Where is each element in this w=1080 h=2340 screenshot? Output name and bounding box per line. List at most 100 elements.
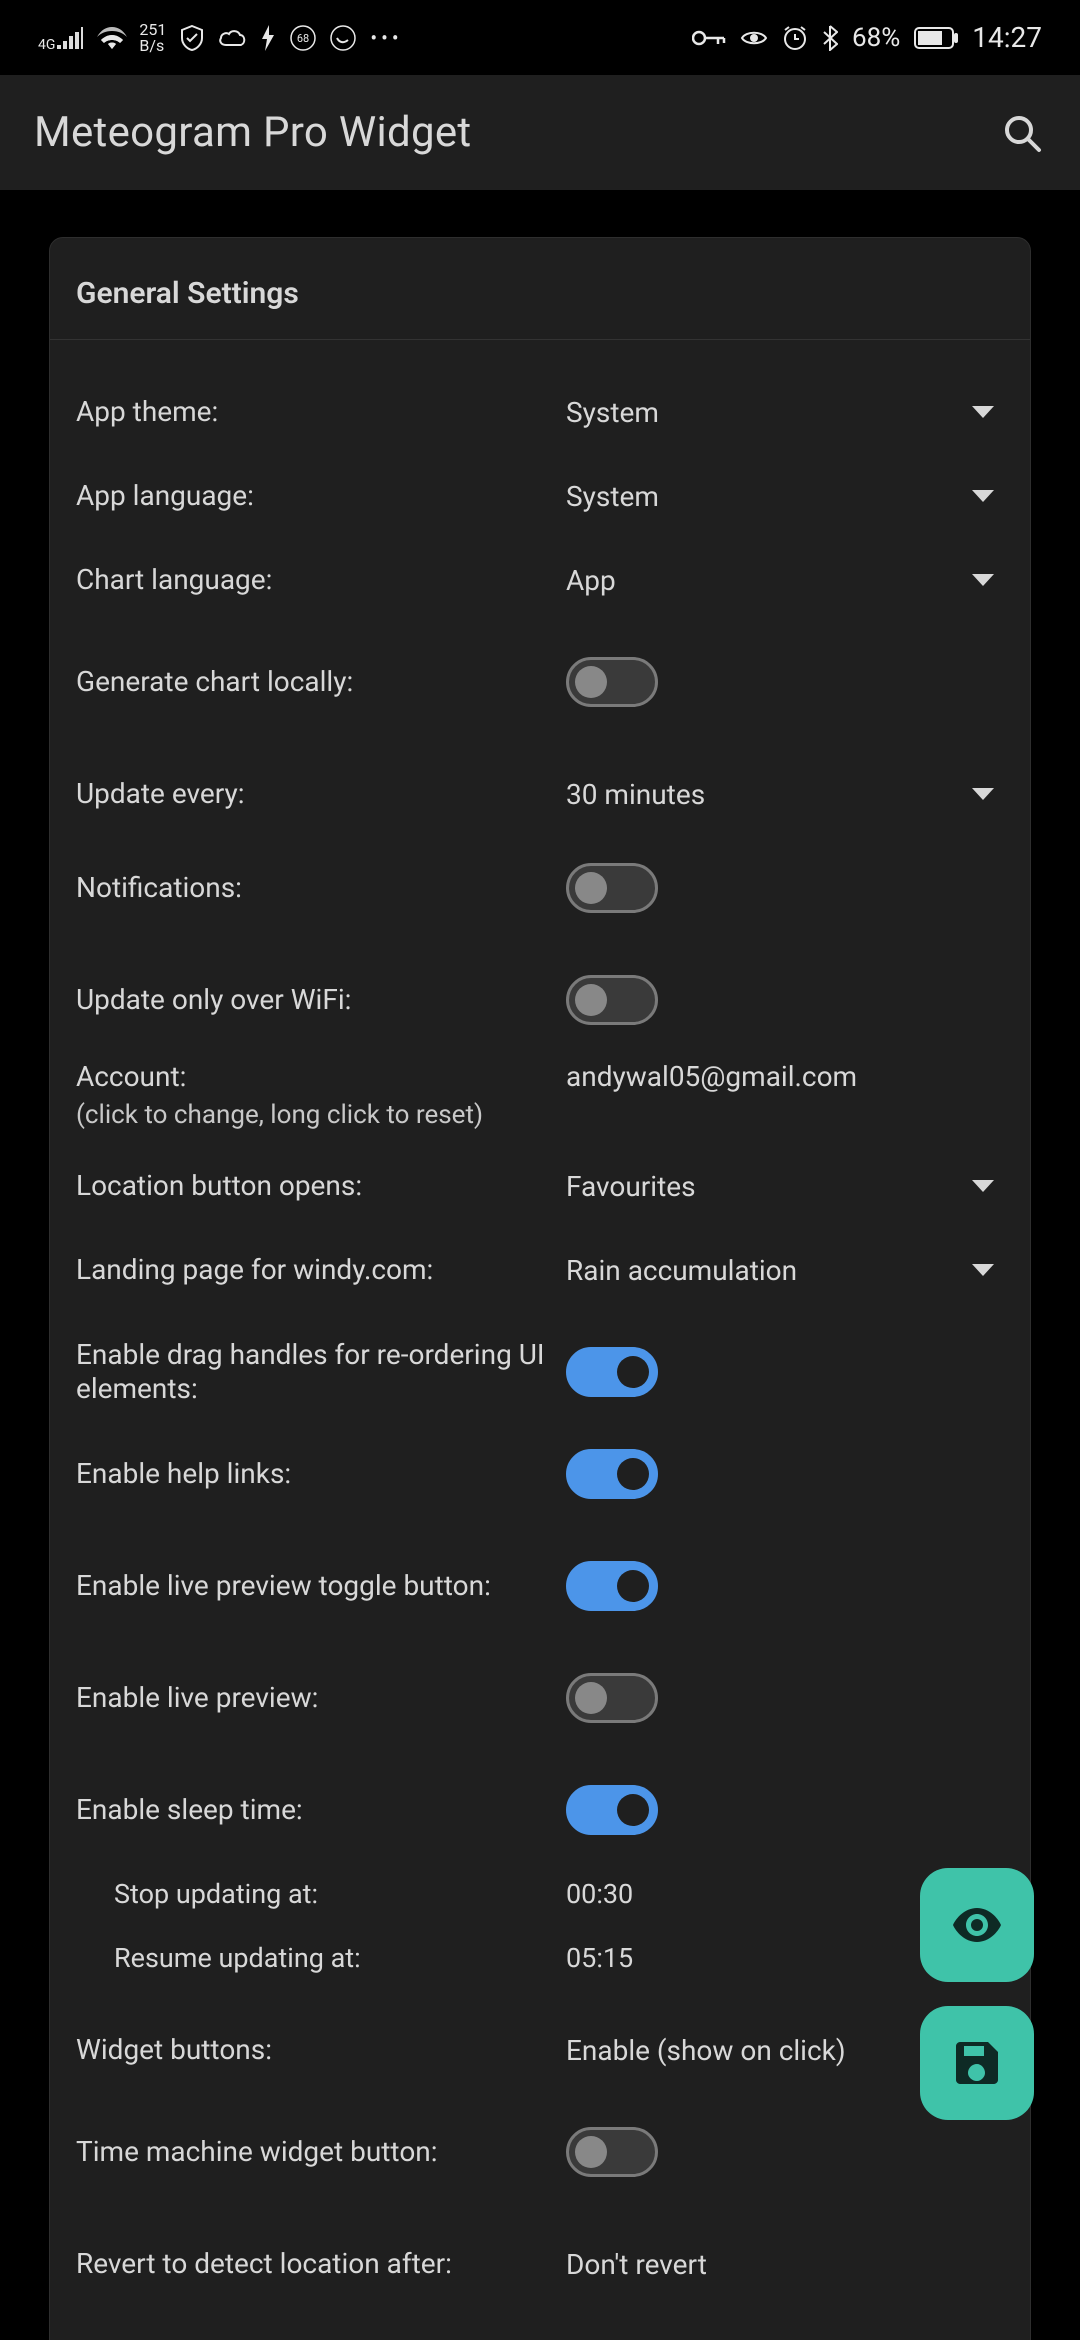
label-wifi-only: Update only over WiFi:	[76, 983, 566, 1017]
chevron-down-icon	[972, 1180, 994, 1192]
row-app-language[interactable]: App language: System	[50, 454, 1030, 538]
row-account[interactable]: Account: (click to change, long click to…	[50, 1060, 1030, 1144]
label-live-preview: Enable live preview:	[76, 1681, 566, 1715]
row-windy-landing[interactable]: Landing page for windy.com: Rain accumul…	[50, 1228, 1030, 1312]
eye-icon	[740, 29, 768, 47]
value-resume-at: 05:15	[566, 1942, 633, 1974]
label-time-machine: Time machine widget button:	[76, 2135, 566, 2169]
row-help-links: Enable help links:	[50, 1432, 1030, 1516]
battery-icon	[914, 27, 958, 49]
status-bar: 4G 251 B/s 68 ••• 68% 14:27	[0, 0, 1080, 75]
row-location-button[interactable]: Location button opens: Favourites	[50, 1144, 1030, 1228]
shield-icon	[180, 25, 204, 51]
bolt-icon	[260, 25, 276, 51]
search-button[interactable]	[998, 109, 1046, 157]
toggle-live-preview-toggle[interactable]	[566, 1561, 658, 1611]
row-revert-detect[interactable]: Revert to detect location after: Don't r…	[50, 2222, 1030, 2306]
toggle-help-links[interactable]	[566, 1449, 658, 1499]
label-notifications: Notifications:	[76, 871, 566, 905]
row-live-preview: Enable live preview:	[50, 1656, 1030, 1740]
row-drag-handles: Enable drag handles for re-ordering UI e…	[50, 1322, 1030, 1422]
toggle-notifications[interactable]	[566, 863, 658, 913]
more-icon: •••	[370, 26, 402, 50]
label-live-preview-toggle: Enable live preview toggle button:	[76, 1569, 566, 1603]
key-icon	[692, 29, 726, 47]
page-title: Meteogram Pro Widget	[34, 108, 471, 157]
toggle-generate-locally[interactable]	[566, 657, 658, 707]
status-right: 68% 14:27	[692, 21, 1042, 54]
value-update-every: 30 minutes	[566, 778, 705, 811]
chevron-down-icon	[972, 490, 994, 502]
network-speed: 251 B/s	[139, 22, 166, 54]
badge-68-icon: 68	[290, 25, 316, 51]
eye-icon	[953, 1908, 1001, 1942]
general-settings-card: General Settings App theme: System App l…	[49, 237, 1031, 2340]
value-chart-language: App	[566, 564, 616, 597]
label-app-theme: App theme:	[76, 395, 566, 429]
value-app-theme: System	[566, 396, 659, 429]
label-app-language: App language:	[76, 479, 566, 513]
toggle-wifi-only[interactable]	[566, 975, 658, 1025]
fab-preview[interactable]	[920, 1868, 1034, 1982]
clock-time: 14:27	[972, 21, 1042, 54]
row-stop-at[interactable]: Stop updating at: 00:30	[50, 1862, 1030, 1926]
signal-icon	[57, 27, 83, 49]
row-live-preview-toggle: Enable live preview toggle button:	[50, 1544, 1030, 1628]
value-widget-buttons: Enable (show on click)	[566, 2034, 846, 2067]
label-sleep-time: Enable sleep time:	[76, 1793, 566, 1827]
save-icon	[956, 2042, 998, 2084]
chevron-down-icon	[972, 1264, 994, 1276]
label-resume-at: Resume updating at:	[76, 1941, 566, 1975]
label-generate-locally: Generate chart locally:	[76, 665, 566, 699]
label-stop-at: Stop updating at:	[76, 1877, 566, 1911]
label-update-every: Update every:	[76, 777, 566, 811]
chevron-down-icon	[972, 788, 994, 800]
toggle-live-preview[interactable]	[566, 1673, 658, 1723]
battery-percent: 68%	[852, 23, 900, 53]
label-drag-handles: Enable drag handles for re-ordering UI e…	[76, 1338, 566, 1406]
row-wifi-only: Update only over WiFi:	[50, 958, 1030, 1042]
card-title: General Settings	[50, 238, 1030, 340]
row-remember: Remember this and don't show again:	[50, 2324, 1030, 2340]
fab-save[interactable]	[920, 2006, 1034, 2120]
cloud-icon	[218, 29, 246, 47]
toggle-drag-handles[interactable]	[566, 1347, 658, 1397]
toggle-sleep-time[interactable]	[566, 1785, 658, 1835]
row-time-machine: Time machine widget button:	[50, 2110, 1030, 2194]
row-resume-at[interactable]: Resume updating at: 05:15	[50, 1926, 1030, 1990]
row-chart-language[interactable]: Chart language: App	[50, 538, 1030, 622]
row-app-theme[interactable]: App theme: System	[50, 370, 1030, 454]
label-revert-detect: Revert to detect location after:	[76, 2247, 566, 2281]
label-windy-landing: Landing page for windy.com:	[76, 1253, 566, 1287]
circle-check-icon	[330, 25, 356, 51]
row-widget-buttons[interactable]: Widget buttons: Enable (show on click)	[50, 2008, 1030, 2092]
chevron-down-icon	[972, 406, 994, 418]
svg-text:68: 68	[297, 32, 309, 45]
value-location-button: Favourites	[566, 1170, 696, 1203]
label-location-button: Location button opens:	[76, 1169, 566, 1203]
value-windy-landing: Rain accumulation	[566, 1254, 797, 1287]
account-label-text: Account:	[76, 1060, 566, 1094]
label-help-links: Enable help links:	[76, 1457, 566, 1491]
value-app-language: System	[566, 480, 659, 513]
toggle-time-machine[interactable]	[566, 2127, 658, 2177]
value-stop-at: 00:30	[566, 1878, 633, 1910]
bluetooth-icon	[822, 25, 838, 51]
row-sleep-time: Enable sleep time:	[50, 1768, 1030, 1852]
status-left: 4G 251 B/s 68 •••	[38, 22, 403, 54]
label-chart-language: Chart language:	[76, 563, 566, 597]
label-account: Account: (click to change, long click to…	[76, 1060, 566, 1132]
wifi-icon	[97, 27, 127, 49]
chevron-down-icon	[972, 574, 994, 586]
label-widget-buttons: Widget buttons:	[76, 2033, 566, 2067]
value-revert-detect: Don't revert	[566, 2248, 707, 2281]
net-speed-unit: B/s	[139, 38, 166, 54]
content: General Settings App theme: System App l…	[0, 190, 1080, 2340]
app-bar: Meteogram Pro Widget	[0, 75, 1080, 190]
account-sub: (click to change, long click to reset)	[76, 1098, 566, 1132]
fab-column	[920, 1868, 1034, 2120]
alarm-icon	[782, 25, 808, 51]
row-update-every[interactable]: Update every: 30 minutes	[50, 752, 1030, 836]
value-account: andywal05@gmail.com	[566, 1060, 857, 1093]
row-notifications: Notifications:	[50, 846, 1030, 930]
